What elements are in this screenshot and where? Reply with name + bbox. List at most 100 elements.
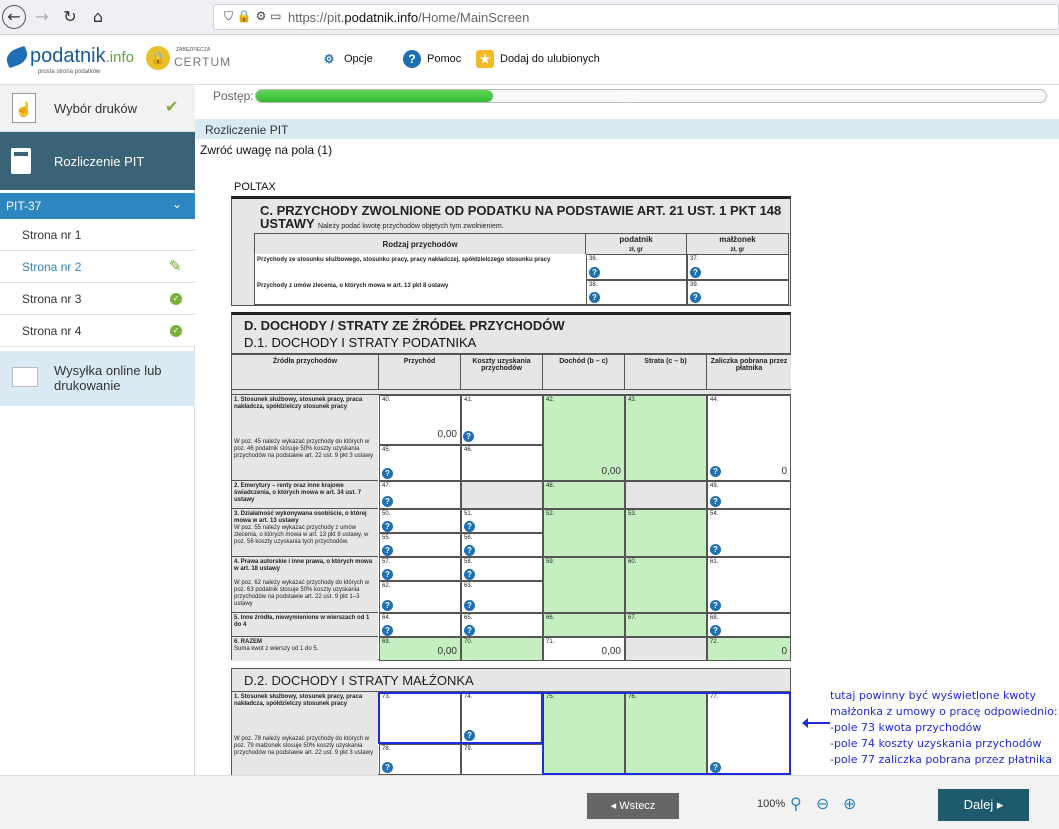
hand-pointer-icon: ☝ bbox=[12, 93, 36, 123]
sidebar-item-page-3[interactable]: Strona nr 3 ✓ bbox=[0, 283, 195, 315]
section-c-table: Rodzaj przychodów podatnik zł, gr małżone… bbox=[254, 233, 789, 305]
progress-label: Postęp: bbox=[213, 89, 254, 103]
highlight-box-right-edge bbox=[789, 692, 791, 775]
highlight-box-73-74 bbox=[378, 692, 543, 744]
sidebar: ☝ Wybór druków ✔ Rozliczenie PIT PIT-37 … bbox=[0, 85, 195, 775]
field-65[interactable]: 65.? bbox=[461, 613, 543, 637]
app-header: podatnik.info prosta strona podatków 🔒 Z… bbox=[0, 35, 1059, 85]
field-55[interactable]: 55.? bbox=[379, 533, 461, 557]
annotation-note: tutaj powinny być wyświetlone kwoty małż… bbox=[830, 689, 1058, 766]
pit-form-page: POLTAX C. PRZYCHODY ZWOLNIONE OD PODATKU… bbox=[231, 178, 791, 775]
podatnik-logo[interactable]: podatnik.info prosta strona podatków bbox=[3, 43, 136, 77]
field-78[interactable]: 78.? bbox=[379, 744, 461, 775]
field-49[interactable]: 49.? bbox=[707, 481, 791, 509]
field-59: 59. bbox=[543, 557, 625, 613]
help-icon: ? bbox=[403, 50, 421, 68]
home-icon[interactable]: ⌂ bbox=[86, 5, 110, 29]
field-39[interactable]: 39.? bbox=[687, 280, 789, 305]
field-68[interactable]: 68.? bbox=[707, 613, 791, 637]
section-title-bar: Rozliczenie PIT bbox=[195, 119, 1059, 139]
field-66: 66. bbox=[543, 613, 625, 637]
back-button[interactable]: ◂ Wstecz bbox=[587, 793, 679, 819]
field-51[interactable]: 51.? bbox=[461, 509, 543, 533]
field-36[interactable]: 36.? bbox=[586, 254, 687, 280]
field-57[interactable]: 57.? bbox=[379, 557, 461, 581]
reload-icon[interactable]: ↻ bbox=[58, 5, 82, 29]
help-link[interactable]: ? Pomoc bbox=[403, 50, 461, 68]
checkmark-icon: ✔ bbox=[165, 97, 179, 116]
poltax-label: POLTAX bbox=[234, 181, 276, 193]
field-38[interactable]: 38.? bbox=[586, 280, 687, 305]
sidebar-item-page-1[interactable]: Strona nr 1 bbox=[0, 219, 195, 251]
field-40[interactable]: 40. 0,00 bbox=[379, 395, 461, 445]
field-67: 67. bbox=[625, 613, 707, 637]
sidebar-item-rozliczenie[interactable]: Rozliczenie PIT bbox=[0, 132, 195, 190]
logo-tagline: prosta strona podatków bbox=[38, 69, 101, 75]
highlight-box-75-77 bbox=[542, 692, 791, 775]
sidebar-item-page-4[interactable]: Strona nr 4 ✓ bbox=[0, 315, 195, 347]
progress-bar: 30% bbox=[255, 89, 1047, 103]
section-d1-table: Źródła przychodów Przychód Koszty uzyska… bbox=[231, 354, 791, 661]
leaf-icon bbox=[3, 45, 31, 69]
forward-arrow-icon[interactable]: → bbox=[30, 5, 54, 29]
sidebar-item-wysylka[interactable]: Wysyłka online lub drukowanie bbox=[0, 351, 195, 406]
gears-icon: ⚙ bbox=[323, 52, 335, 66]
field-empty-e bbox=[625, 481, 707, 509]
pencil-icon: ✎ bbox=[169, 257, 182, 275]
field-61[interactable]: 61.? bbox=[707, 557, 791, 613]
field-50[interactable]: 50.? bbox=[379, 509, 461, 533]
zoom-in-icon[interactable]: ⊕ bbox=[843, 794, 856, 813]
zoom-reset-icon[interactable]: ⚲ bbox=[790, 794, 802, 813]
progress-row: Postęp: 30% bbox=[195, 85, 1059, 117]
field-72: 72. 0 bbox=[707, 637, 791, 661]
check-circle-icon: ✓ bbox=[170, 325, 182, 337]
section-c: C. PRZYCHODY ZWOLNIONE OD PODATKU NA POD… bbox=[231, 196, 791, 306]
field-79[interactable]: 79. bbox=[461, 744, 543, 775]
back-arrow-icon[interactable]: ← bbox=[2, 5, 26, 29]
field-58[interactable]: 58.? bbox=[461, 557, 543, 581]
field-54[interactable]: 54.? bbox=[707, 509, 791, 557]
field-53: 53. bbox=[625, 509, 707, 557]
field-63[interactable]: 63.? bbox=[461, 581, 543, 613]
favorites-link[interactable]: ★ Dodaj do ulubionych bbox=[476, 50, 600, 68]
sidebar-item-wybor[interactable]: ☝ Wybór druków ✔ bbox=[0, 85, 195, 132]
star-icon: ★ bbox=[476, 50, 494, 68]
zoom-out-icon[interactable]: ⊖ bbox=[816, 794, 829, 813]
address-bar[interactable]: ⛉ 🔒 ⚙ ▭ https://pit.podatnik.info/Home/M… bbox=[213, 4, 1059, 30]
lock-icon: 🔒 bbox=[146, 46, 170, 70]
field-empty-c bbox=[461, 481, 543, 509]
check-circle-icon: ✓ bbox=[170, 293, 182, 305]
envelope-icon bbox=[12, 367, 38, 387]
field-70: 70. bbox=[461, 637, 543, 661]
chevron-down-icon: ⌄ bbox=[172, 197, 183, 211]
field-62[interactable]: 62.? bbox=[379, 581, 461, 613]
field-empty-e6 bbox=[625, 637, 707, 661]
url-text: https://pit.podatnik.info/Home/MainScree… bbox=[288, 10, 530, 25]
field-56[interactable]: 56.? bbox=[461, 533, 543, 557]
options-link[interactable]: ⚙ Opcje bbox=[320, 50, 373, 68]
field-37[interactable]: 37.? bbox=[687, 254, 789, 280]
field-44[interactable]: 44.? 0 bbox=[707, 395, 791, 481]
attention-message: Zwróć uwagę na pola (1) bbox=[200, 143, 333, 157]
footer-bar: ◂ Wstecz 100% ⚲ ⊖ ⊕ Dalej ▸ bbox=[0, 775, 1059, 829]
certum-badge: 🔒 ZABEZPIECZA CERTUM bbox=[146, 44, 238, 74]
calculator-icon bbox=[11, 148, 31, 174]
field-60: 60. bbox=[625, 557, 707, 613]
zoom-level: 100% bbox=[757, 798, 786, 810]
field-64[interactable]: 64.? bbox=[379, 613, 461, 637]
field-48: 48. bbox=[543, 481, 625, 509]
progress-fill bbox=[256, 90, 493, 102]
browser-toolbar: ← → ↻ ⌂ ⛉ 🔒 ⚙ ▭ https://pit.podatnik.inf… bbox=[0, 0, 1059, 35]
sidebar-item-page-2[interactable]: Strona nr 2 ✎ bbox=[0, 251, 195, 283]
field-46[interactable]: 46. bbox=[461, 445, 543, 481]
field-47[interactable]: 47.? bbox=[379, 481, 461, 509]
field-41[interactable]: 41.? bbox=[461, 395, 543, 445]
sidebar-pit37-header[interactable]: PIT-37 ⌄ bbox=[0, 193, 195, 219]
next-button[interactable]: Dalej ▸ bbox=[938, 789, 1029, 821]
field-45[interactable]: 45.? bbox=[379, 445, 461, 481]
field-43: 43. bbox=[625, 395, 707, 481]
section-d-header: D. DOCHODY / STRATY ZE ŹRÓDEŁ PRZYCHODÓW bbox=[231, 312, 791, 333]
field-42: 42. 0,00 bbox=[543, 395, 625, 481]
lock-icon: ⛉ 🔒 ⚙ ▭ bbox=[224, 9, 282, 23]
field-71: 71. 0,00 bbox=[543, 637, 625, 661]
